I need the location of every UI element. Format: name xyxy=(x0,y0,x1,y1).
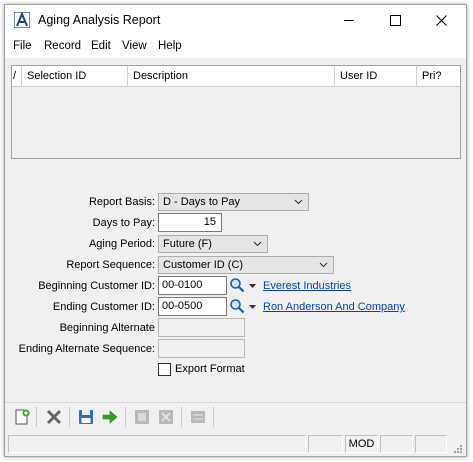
chevron-down-icon xyxy=(253,241,262,247)
status-mode: MOD xyxy=(345,435,378,453)
menu-view[interactable]: View xyxy=(122,40,147,52)
toolbar-separator xyxy=(181,407,182,427)
grid-col-description[interactable]: Description xyxy=(128,66,335,87)
beginning-customer-dropdown-button[interactable] xyxy=(247,276,257,295)
new-icon xyxy=(15,409,30,425)
report-sequence-select[interactable]: Customer ID (C) xyxy=(158,256,334,274)
report-sequence-value: Customer ID (C) xyxy=(163,259,244,271)
ending-alternate-label: Ending Alternate Sequence: xyxy=(18,343,155,355)
chevron-down-icon xyxy=(319,262,328,268)
print-button xyxy=(133,408,151,426)
ending-customer-dropdown-button[interactable] xyxy=(247,297,257,316)
toolbar-separator xyxy=(213,407,214,427)
minimize-button[interactable] xyxy=(326,5,372,36)
clear-button xyxy=(157,408,175,426)
menu-bar: File Record Edit View Help xyxy=(5,36,466,58)
grid-col-pri[interactable]: Pri? xyxy=(417,66,460,87)
aging-period-label: Aging Period: xyxy=(88,238,155,250)
status-message-cell xyxy=(8,435,306,453)
grid-col-selection-id[interactable]: Selection ID xyxy=(22,66,128,87)
resize-grip-icon[interactable] xyxy=(451,442,463,454)
grid-col-user-id[interactable]: User ID xyxy=(335,66,417,87)
beginning-alternate-label: Beginning Alternate xyxy=(59,322,155,334)
menu-file[interactable]: File xyxy=(13,40,32,52)
aging-analysis-window: Aging Analysis Report File Record Edit V… xyxy=(4,4,467,457)
report-basis-value: D - Days to Pay xyxy=(163,196,241,208)
toolbar-separator xyxy=(125,407,126,427)
report-sequence-label: Report Sequence: xyxy=(66,259,155,271)
new-button[interactable] xyxy=(13,408,31,426)
ending-customer-name-link[interactable]: Ron Anderson And Company xyxy=(263,301,405,313)
save-button[interactable] xyxy=(77,408,95,426)
maximize-button[interactable] xyxy=(372,5,418,36)
status-cell xyxy=(415,435,447,453)
status-cell xyxy=(308,435,343,453)
ending-customer-input[interactable]: 00-0500 xyxy=(158,297,227,316)
caret-down-icon xyxy=(248,304,256,309)
grid-col-marker[interactable]: / xyxy=(12,66,22,87)
beginning-customer-lookup-icon[interactable] xyxy=(229,277,245,293)
menu-record[interactable]: Record xyxy=(44,40,81,52)
toolbar-separator xyxy=(36,407,37,427)
menu-help[interactable]: Help xyxy=(158,40,182,52)
export-format-checkbox[interactable] xyxy=(158,363,171,376)
caret-down-icon xyxy=(248,283,256,288)
run-button[interactable] xyxy=(101,408,119,426)
menu-edit[interactable]: Edit xyxy=(91,40,111,52)
export-format-label: Export Format xyxy=(175,363,245,375)
close-icon xyxy=(435,15,447,26)
chevron-down-icon xyxy=(294,199,303,205)
toolbar-divider xyxy=(5,402,466,403)
grid-header: / Selection ID Description User ID Pri? xyxy=(12,66,460,87)
report-basis-label: Report Basis: xyxy=(88,196,155,208)
beginning-customer-name-link[interactable]: Everest Industries xyxy=(263,280,351,292)
aging-period-select[interactable]: Future (F) xyxy=(158,235,268,253)
days-to-pay-label: Days to Pay: xyxy=(92,217,155,229)
window-title: Aging Analysis Report xyxy=(38,13,161,27)
maximize-icon xyxy=(389,15,401,26)
report-basis-select[interactable]: D - Days to Pay xyxy=(158,193,309,211)
ending-alternate-input xyxy=(158,339,245,358)
list-icon xyxy=(191,411,205,423)
delete-icon xyxy=(46,409,62,425)
status-bar: MOD xyxy=(5,432,466,456)
minimize-icon xyxy=(343,20,354,21)
ending-customer-lookup-icon[interactable] xyxy=(229,298,245,314)
status-cell xyxy=(380,435,413,453)
close-window-button[interactable] xyxy=(418,5,464,36)
run-icon xyxy=(102,410,118,424)
beginning-alternate-input xyxy=(158,318,245,337)
print-icon xyxy=(135,410,149,424)
app-logo-icon xyxy=(14,12,30,28)
list-button xyxy=(189,408,207,426)
selection-grid[interactable]: / Selection ID Description User ID Pri? xyxy=(11,65,461,159)
beginning-customer-label: Beginning Customer ID: xyxy=(38,280,155,292)
days-to-pay-input[interactable]: 15 xyxy=(158,213,222,232)
beginning-customer-input[interactable]: 00-0100 xyxy=(158,276,227,295)
save-icon xyxy=(79,410,93,424)
close-icon xyxy=(159,410,173,424)
title-bar: Aging Analysis Report xyxy=(5,5,466,36)
aging-period-value: Future (F) xyxy=(163,238,212,250)
toolbar-separator xyxy=(69,407,70,427)
delete-button[interactable] xyxy=(45,408,63,426)
ending-customer-label: Ending Customer ID: xyxy=(52,301,155,313)
